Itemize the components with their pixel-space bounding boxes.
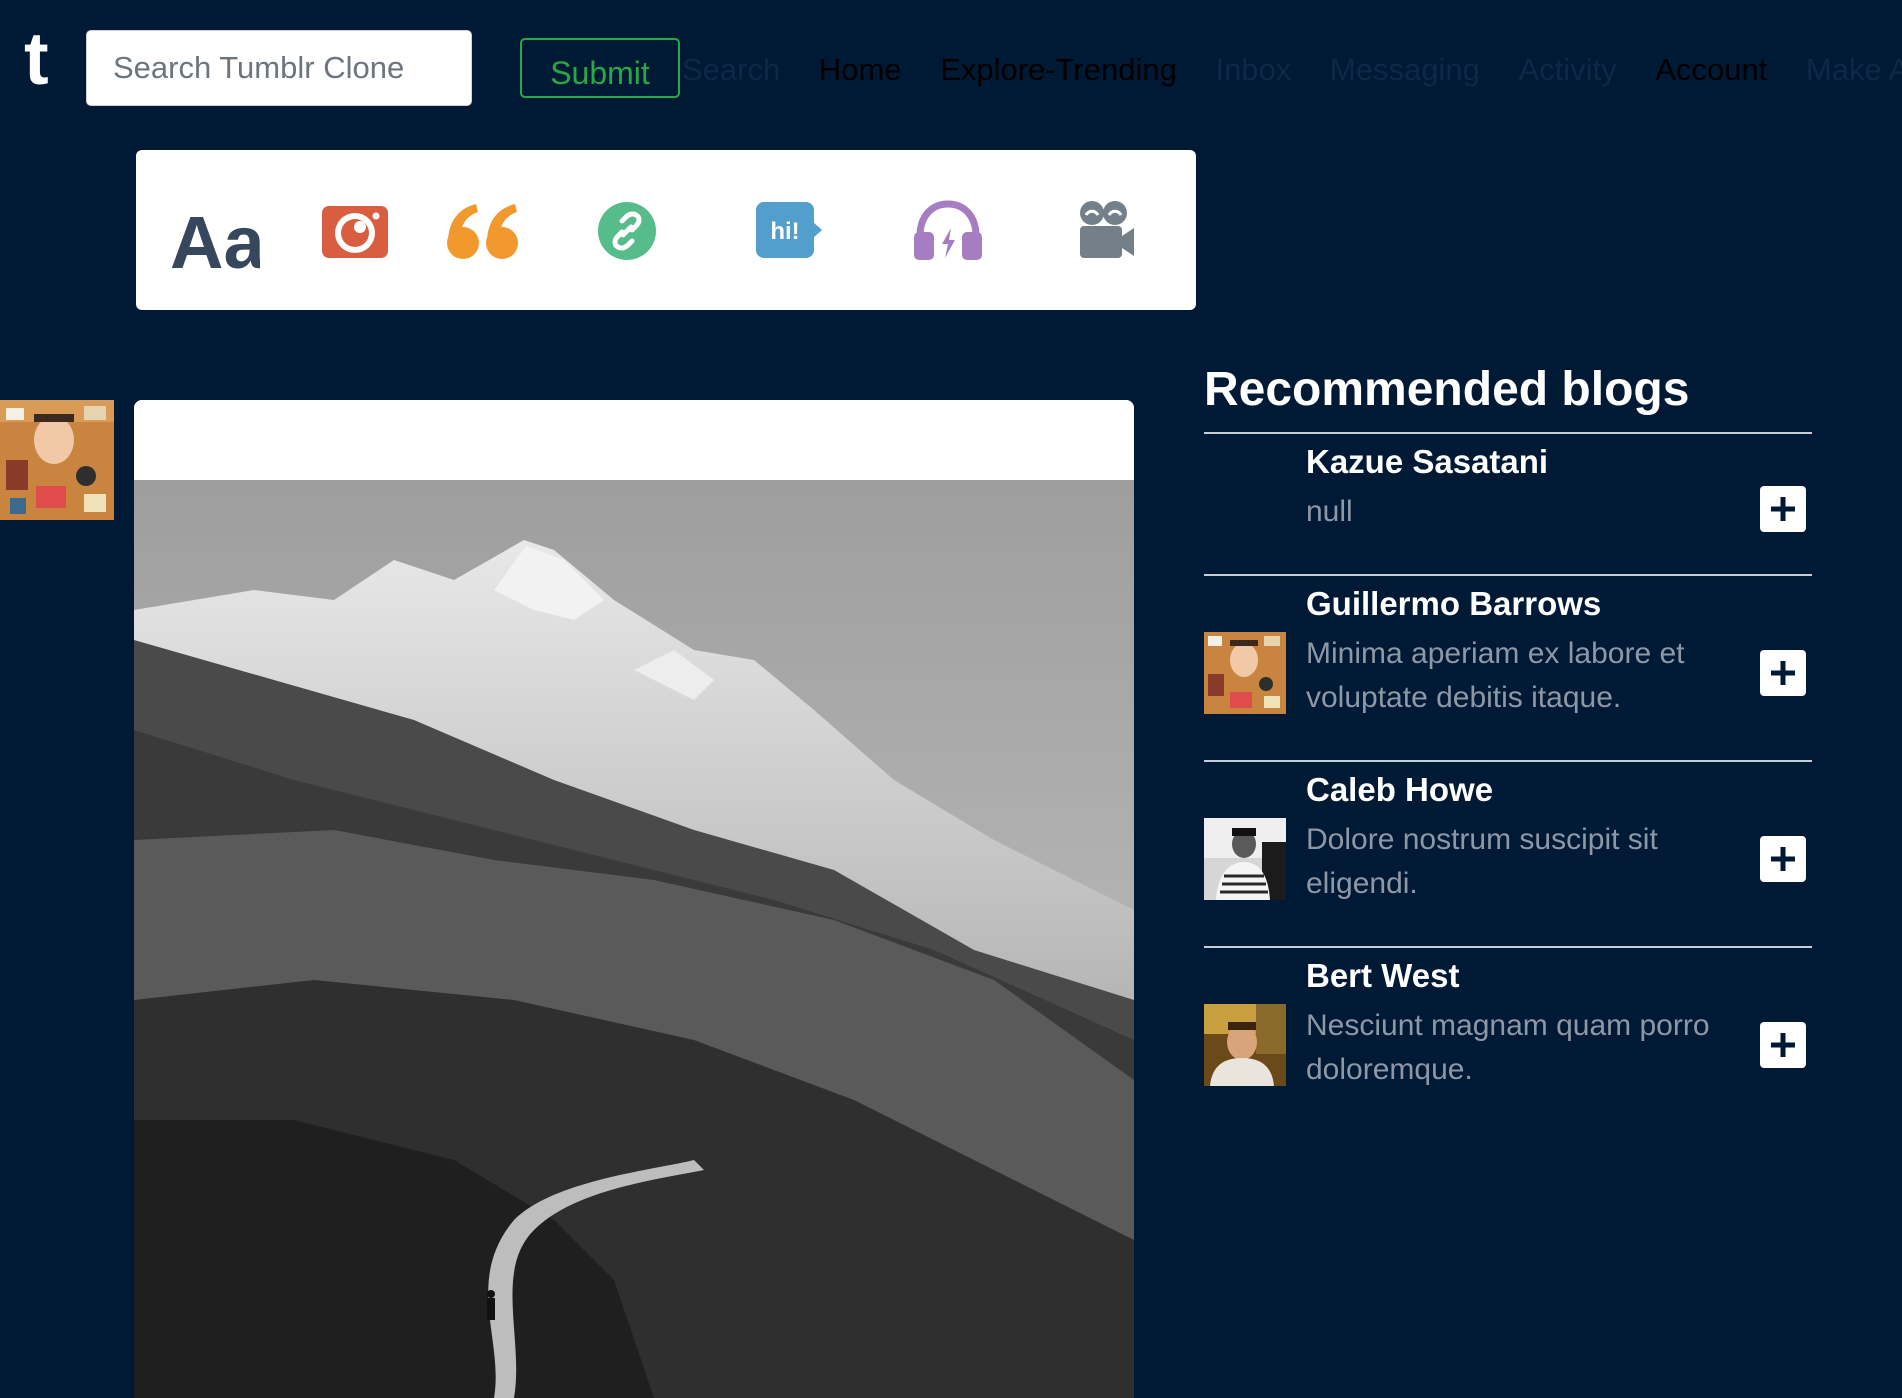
photo-post-button[interactable] (322, 202, 388, 263)
plus-icon (1771, 847, 1795, 871)
plus-icon (1771, 1033, 1795, 1057)
blog-row: Guillermo Barrows Minima aperiam ex labo… (1204, 576, 1812, 762)
video-camera-icon (1080, 201, 1134, 258)
avatar-image (1204, 1004, 1286, 1086)
nav-link-activity[interactable]: Activity (1518, 50, 1616, 90)
quote-post-button[interactable] (446, 204, 520, 265)
video-post-button[interactable] (1078, 200, 1136, 265)
headphones-icon (914, 200, 982, 260)
tumblr-logo[interactable]: t (24, 22, 49, 96)
blog-name[interactable]: Kazue Sasatani (1306, 442, 1548, 482)
nav-link-account[interactable]: Account (1655, 50, 1767, 90)
follow-button[interactable] (1760, 1022, 1806, 1068)
search-input[interactable] (86, 30, 472, 106)
blog-name[interactable]: Guillermo Barrows (1306, 584, 1601, 624)
audio-post-button[interactable] (914, 200, 982, 265)
blog-name[interactable]: Caleb Howe (1306, 770, 1493, 810)
svg-text:hi!: hi! (770, 218, 799, 245)
blog-avatar[interactable] (1204, 1004, 1286, 1086)
submit-button[interactable]: Submit (520, 38, 680, 98)
avatar-image (0, 400, 114, 520)
quote-icon (447, 204, 518, 259)
link-post-button[interactable] (598, 202, 656, 265)
nav-link-search[interactable]: Search (682, 50, 780, 90)
blog-name[interactable]: Bert West (1306, 956, 1459, 996)
nav-link-inbox[interactable]: Inbox (1215, 50, 1291, 90)
plus-icon (1771, 661, 1795, 685)
post-author-avatar[interactable] (0, 400, 114, 520)
avatar-image (1204, 632, 1286, 714)
sidebar-title: Recommended blogs (1204, 360, 1812, 434)
blog-description: Dolore nostrum suscipit sit eligendi. (1306, 823, 1658, 900)
blog-row: Caleb Howe Dolore nostrum suscipit sit e… (1204, 762, 1812, 948)
blog-avatar[interactable] (1204, 632, 1286, 714)
post-type-bar: Aa hi! (136, 150, 1196, 310)
nav-link-make-a[interactable]: Make A (1806, 50, 1902, 90)
top-navbar: t Submit Search Home Explore-Trending In… (0, 0, 1902, 130)
recommended-blogs-sidebar: Recommended blogs Kazue Sasatani null Gu… (1204, 360, 1812, 1108)
svg-text:Aa: Aa (170, 206, 260, 276)
nav-link-messaging[interactable]: Messaging (1330, 50, 1480, 90)
nav-link-home[interactable]: Home (819, 50, 902, 90)
blog-avatar[interactable] (1204, 818, 1286, 900)
blog-description: Nesciunt magnam quam porro doloremque. (1306, 1009, 1710, 1086)
blog-row: Bert West Nesciunt magnam quam porro dol… (1204, 948, 1812, 1108)
text-icon: Aa (170, 201, 265, 284)
blog-row: Kazue Sasatani null (1204, 434, 1812, 576)
post-card (134, 400, 1134, 1398)
text-post-button[interactable]: Aa (170, 201, 265, 284)
plus-icon (1771, 497, 1795, 521)
post-header (134, 400, 1134, 480)
follow-button[interactable] (1760, 650, 1806, 696)
blog-description: null (1306, 495, 1353, 528)
nav-links: Search Home Explore-Trending Inbox Messa… (682, 50, 1902, 90)
post-photo[interactable] (134, 480, 1134, 1398)
camera-icon (322, 206, 388, 258)
chat-post-button[interactable]: hi! (756, 202, 822, 265)
follow-button[interactable] (1760, 836, 1806, 882)
nav-link-explore-trending[interactable]: Explore-Trending (940, 50, 1177, 90)
blog-description: Minima aperiam ex labore et voluptate de… (1306, 637, 1685, 714)
avatar-image (1204, 818, 1286, 900)
link-icon (598, 202, 656, 260)
follow-button[interactable] (1760, 486, 1806, 532)
chat-icon: hi! (756, 202, 822, 258)
